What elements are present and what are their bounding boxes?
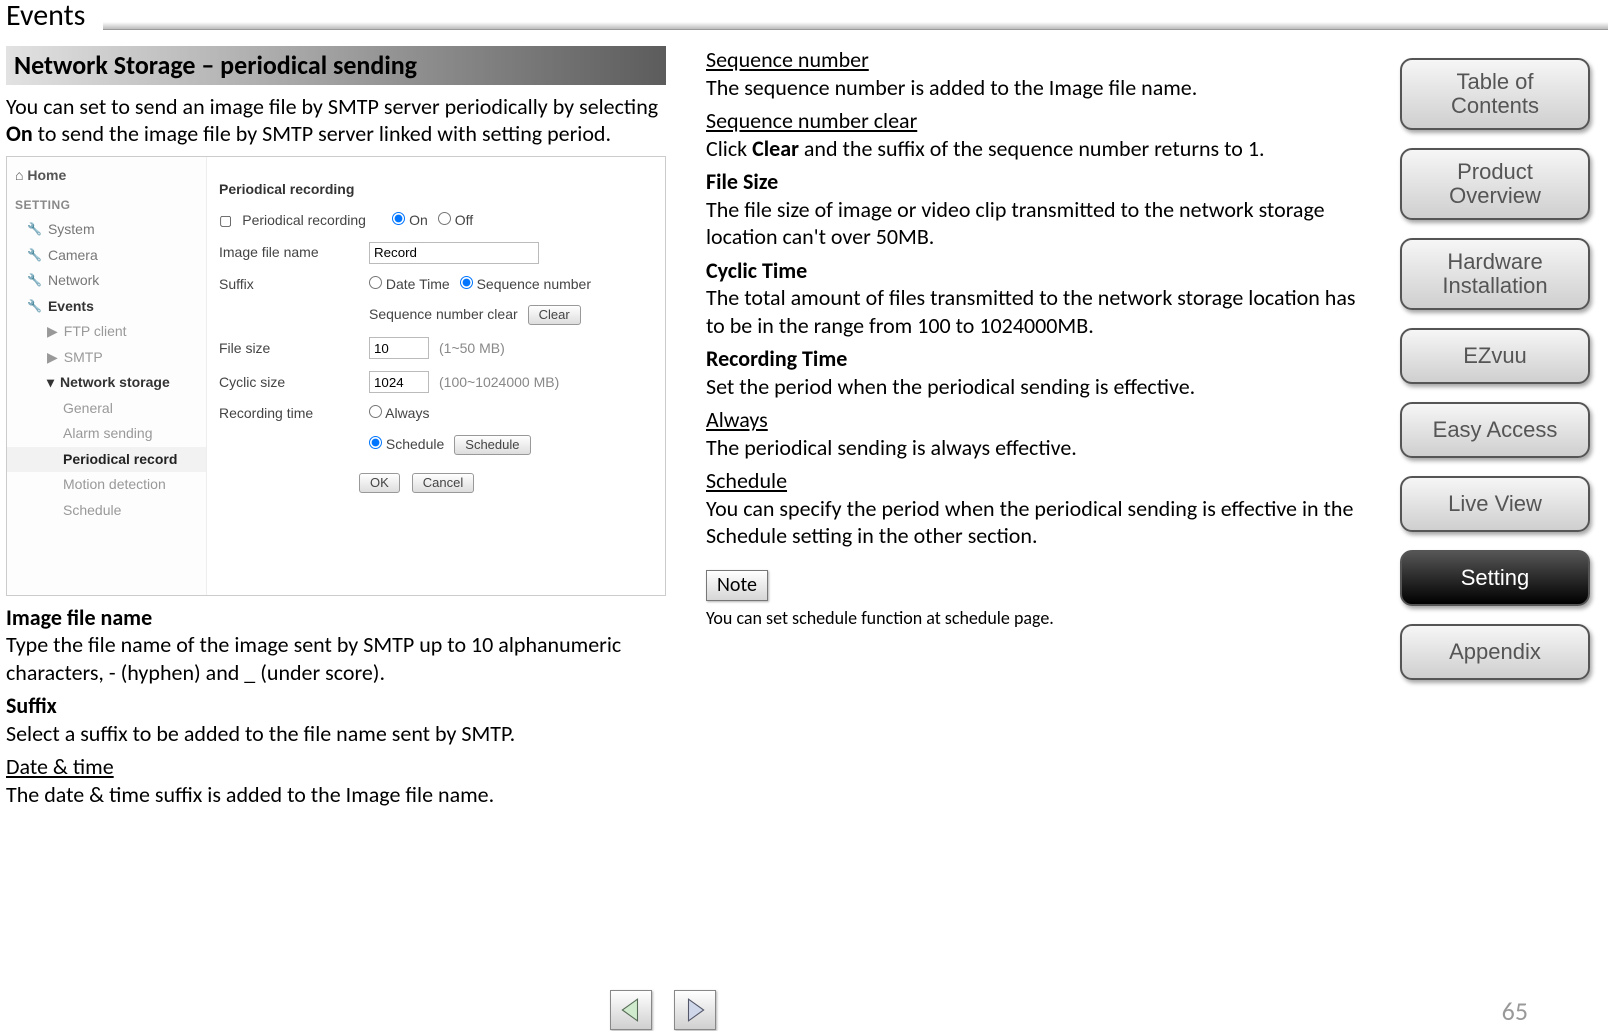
cyclic-input[interactable] — [369, 371, 429, 393]
left-column: Network Storage – periodical sending You… — [6, 46, 666, 814]
filesize-input[interactable] — [369, 337, 429, 359]
tree-general[interactable]: General — [7, 396, 206, 422]
intro-paragraph: You can set to send an image file by SMT… — [6, 93, 666, 148]
p-rectime: Set the period when the periodical sendi… — [706, 373, 1366, 401]
p-seq: The sequence number is added to the Imag… — [706, 74, 1366, 102]
tree-network[interactable]: 🔧Network — [7, 268, 206, 294]
radio-seqnum[interactable]: Sequence number — [460, 276, 591, 294]
nav-product-overview[interactable]: Product Overview — [1400, 148, 1590, 220]
radio-on[interactable]: On — [392, 212, 428, 230]
page-number: 65 — [1502, 995, 1528, 1027]
schedule-button[interactable]: Schedule — [454, 435, 530, 455]
tree-events[interactable]: 🔧Events — [7, 294, 206, 320]
tree-schedule[interactable]: Schedule — [7, 498, 206, 524]
nav-hardware[interactable]: Hardware Installation — [1400, 238, 1590, 310]
row-rectime: Recording time Always — [219, 405, 653, 423]
h-filesize: File Size — [706, 168, 1366, 196]
tree-system[interactable]: 🔧System — [7, 217, 206, 243]
p-datetime: The date & time suffix is added to the I… — [6, 781, 666, 809]
nav-appendix[interactable]: Appendix — [1400, 624, 1590, 680]
p-filesize: The file size of image or video clip tra… — [706, 196, 1366, 251]
p-suffix: Select a suffix to be added to the file … — [6, 720, 666, 748]
nav-live-view[interactable]: Live View — [1400, 476, 1590, 532]
triangle-left-icon — [618, 997, 644, 1023]
tree-camera[interactable]: 🔧Camera — [7, 243, 206, 269]
tree-motion[interactable]: Motion detection — [7, 472, 206, 498]
h-cyclic: Cyclic Time — [706, 257, 1366, 285]
h-rectime: Recording Time — [706, 345, 1366, 373]
h-datetime: Date & time — [6, 753, 666, 781]
p-schedule: You can specify the period when the peri… — [706, 495, 1366, 550]
tree-network-storage[interactable]: ▾ Network storage — [7, 370, 206, 396]
row-filesize: File size (1~50 MB) — [219, 337, 653, 359]
settings-form: Periodical recording ▢ Periodical record… — [207, 157, 665, 595]
h-seqc: Sequence number clear — [706, 107, 1366, 135]
note-text: You can set schedule function at schedul… — [706, 607, 1366, 630]
p-always: The periodical sending is always effecti… — [706, 434, 1366, 462]
triangle-right-icon — [682, 997, 708, 1023]
home-link[interactable]: ⌂ Home — [7, 163, 206, 189]
settings-sidebar: ⌂ Home SETTING 🔧System 🔧Camera 🔧Network … — [7, 157, 207, 595]
row-imagefile: Image file name — [219, 242, 653, 264]
radio-schedule[interactable]: Schedule — [369, 436, 444, 454]
p-seqc: Click Clear and the suffix of the sequen… — [706, 135, 1366, 163]
nav-toc[interactable]: Table of Contents — [1400, 58, 1590, 130]
tree-alarm[interactable]: Alarm sending — [7, 421, 206, 447]
row-cyclic: Cyclic size (100~1024000 MB) — [219, 371, 653, 393]
tree-periodical[interactable]: Periodical record — [7, 447, 206, 473]
cancel-button[interactable]: Cancel — [412, 473, 474, 493]
p-cyclic: The total amount of files transmitted to… — [706, 284, 1366, 339]
ok-button[interactable]: OK — [359, 473, 400, 493]
settings-screenshot: ⌂ Home SETTING 🔧System 🔧Camera 🔧Network … — [6, 156, 666, 596]
radio-datetime[interactable]: Date Time — [369, 276, 450, 294]
nav-ezvuu[interactable]: EZvuu — [1400, 328, 1590, 384]
clear-button[interactable]: Clear — [528, 305, 581, 325]
prev-page-button[interactable] — [610, 990, 652, 1030]
p-image-file-name: Type the file name of the image sent by … — [6, 631, 666, 686]
content-body: Network Storage – periodical sending You… — [0, 34, 1608, 814]
section-header: Network Storage – periodical sending — [6, 46, 666, 85]
setting-label: SETTING — [7, 188, 206, 217]
radio-off[interactable]: Off — [438, 212, 473, 230]
tree-ftp[interactable]: ▶ FTP client — [7, 319, 206, 345]
note-box: Note — [706, 570, 768, 601]
nav-easy-access[interactable]: Easy Access — [1400, 402, 1590, 458]
radio-always[interactable]: Always — [369, 405, 429, 423]
form-title: Periodical recording — [219, 181, 653, 199]
h-schedule: Schedule — [706, 467, 1366, 495]
row-suffix: Suffix Date Time Sequence number — [219, 276, 653, 294]
h-suffix: Suffix — [6, 692, 666, 720]
h-image-file-name: Image file name — [6, 604, 666, 632]
title-divider — [103, 22, 1608, 30]
nav-setting[interactable]: Setting — [1400, 550, 1590, 606]
tree-smtp[interactable]: ▶ SMTP — [7, 345, 206, 371]
image-file-input[interactable] — [369, 242, 539, 264]
page-title: Events — [6, 0, 103, 34]
next-page-button[interactable] — [674, 990, 716, 1030]
pager-arrows — [610, 990, 716, 1030]
side-nav: Table of Contents Product Overview Hardw… — [1400, 58, 1590, 680]
row-periodical: ▢ Periodical recording On Off — [219, 212, 653, 230]
row-seqclear: Sequence number clear Clear — [219, 305, 653, 325]
h-always: Always — [706, 406, 1366, 434]
h-seq: Sequence number — [706, 46, 1366, 74]
page-header: Events — [0, 0, 1608, 34]
row-schedule: Schedule Schedule — [219, 435, 653, 455]
right-column: Sequence number The sequence number is a… — [706, 46, 1366, 814]
